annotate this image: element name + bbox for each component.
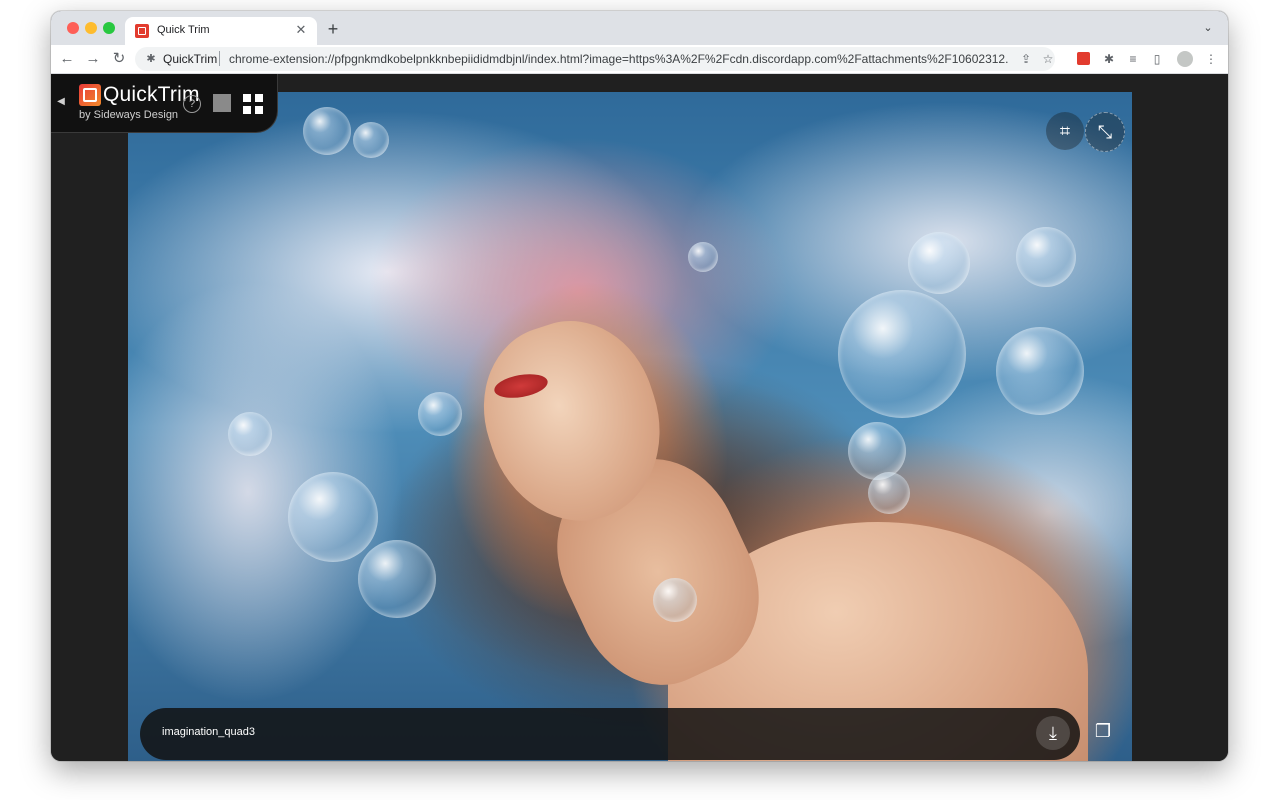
art-bubble (688, 242, 718, 272)
collapse-panel-icon[interactable]: ◀ (56, 94, 66, 110)
exit-fullscreen-icon[interactable]: ⤡ (1085, 112, 1125, 152)
copy-icon[interactable]: ❐ (1088, 716, 1118, 746)
image-filename[interactable]: imagination_quad3 (162, 726, 255, 738)
art-bubble (418, 392, 462, 436)
media-control-icon[interactable]: ≡ (1125, 51, 1141, 67)
crop-icon[interactable]: ⌗ (1046, 112, 1084, 150)
quicktrim-panel: ◀ QuickTrim by Sideways Design ? (51, 74, 278, 133)
tab-close-icon[interactable]: ✕ (293, 22, 309, 38)
url-text[interactable]: chrome-extension://pfpgnkmdkobelpnkknbep… (229, 52, 1009, 66)
help-icon[interactable]: ? (183, 95, 201, 113)
browser-window: Quick Trim ✕ + ⌄ ← → ↻ ✱ QuickTrim chrom… (51, 11, 1228, 761)
art-bubble (353, 122, 389, 158)
share-icon[interactable]: ⇪ (1018, 51, 1034, 67)
quicktrim-favicon-icon (135, 24, 149, 38)
extension-page: ⌗ ⤡ imagination_quad3 ⤓ ❐ ◀ QuickTrim by… (51, 74, 1228, 761)
art-bubble (848, 422, 906, 480)
side-panel-icon[interactable]: ▯ (1149, 51, 1165, 67)
art-bubble (868, 472, 910, 514)
single-view-icon[interactable] (213, 94, 231, 112)
art-bubble (1016, 227, 1076, 287)
quicktrim-logo-icon (79, 84, 101, 106)
site-label: QuickTrim (163, 52, 218, 66)
grid-view-icon[interactable] (243, 94, 263, 114)
filename-bar: imagination_quad3 ⤓ (140, 708, 1080, 760)
forward-button[interactable]: → (83, 49, 103, 69)
art-bubble (838, 290, 966, 418)
art-bubble (996, 327, 1084, 415)
bookmark-star-icon[interactable]: ☆ (1040, 51, 1056, 67)
art-bubble (228, 412, 272, 456)
address-bar[interactable]: ✱ QuickTrim chrome-extension://pfpgnkmdk… (135, 47, 1055, 71)
reload-button[interactable]: ↻ (109, 49, 129, 69)
address-separator (219, 51, 220, 66)
tab-title: Quick Trim (157, 24, 210, 36)
app-byline: by Sideways Design (79, 109, 179, 121)
tab-search-chevron-icon[interactable]: ⌄ (1200, 20, 1216, 36)
profile-avatar[interactable] (1177, 51, 1193, 67)
extensions-puzzle-icon[interactable]: ✱ (1101, 51, 1117, 67)
browser-toolbar: ← → ↻ ✱ QuickTrim chrome-extension://pfp… (51, 45, 1228, 74)
quicktrim-extension-icon[interactable] (1077, 52, 1090, 65)
art-bubble (908, 232, 970, 294)
tab-strip: Quick Trim ✕ + ⌄ (51, 11, 1228, 45)
preview-image[interactable] (128, 92, 1132, 761)
minimize-window-button[interactable] (85, 22, 97, 34)
art-bubble (653, 578, 697, 622)
download-icon[interactable]: ⤓ (1036, 716, 1070, 750)
art-bubble (288, 472, 378, 562)
tab-quick-trim[interactable]: Quick Trim ✕ (125, 17, 317, 45)
extension-puzzle-icon: ✱ (146, 53, 156, 65)
back-button[interactable]: ← (57, 49, 77, 69)
zoom-window-button[interactable] (103, 22, 115, 34)
close-window-button[interactable] (67, 22, 79, 34)
art-bubble (303, 107, 351, 155)
menu-dots-icon[interactable]: ⋮ (1203, 51, 1219, 67)
new-tab-button[interactable]: + (323, 19, 343, 39)
art-bubble (358, 540, 436, 618)
